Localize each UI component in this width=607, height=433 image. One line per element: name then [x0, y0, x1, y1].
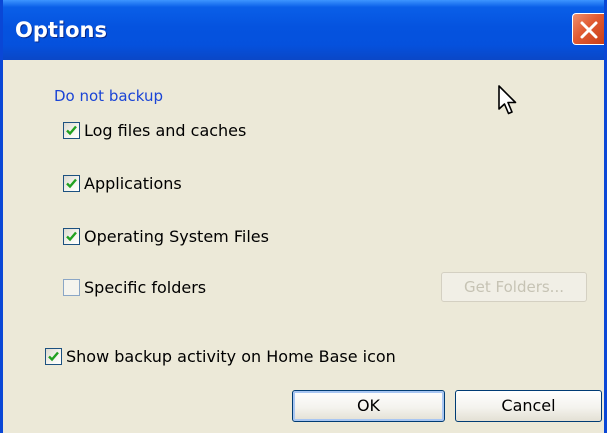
show-activity-checkbox-row[interactable]: Show backup activity on Home Base icon [45, 347, 396, 366]
os-files-label: Operating System Files [84, 227, 269, 246]
check-icon [66, 125, 77, 136]
cancel-button[interactable]: Cancel [455, 390, 602, 422]
show-activity-label: Show backup activity on Home Base icon [66, 347, 396, 366]
title-bar[interactable]: Options [3, 0, 604, 60]
log-files-checkbox[interactable] [63, 122, 80, 139]
os-files-checkbox[interactable] [63, 228, 80, 245]
specific-folders-label: Specific folders [84, 278, 207, 297]
log-files-checkbox-row[interactable]: Log files and caches [63, 121, 246, 140]
check-icon [66, 231, 77, 242]
get-folders-button: Get Folders... [441, 272, 587, 302]
check-icon [66, 178, 77, 189]
close-button[interactable] [572, 13, 604, 45]
show-activity-checkbox[interactable] [45, 348, 62, 365]
options-dialog: Options Do not backup Log files and cach… [0, 0, 607, 433]
applications-checkbox[interactable] [63, 175, 80, 192]
log-files-label: Log files and caches [84, 121, 247, 140]
applications-label: Applications [84, 174, 182, 193]
do-not-backup-group-label: Do not backup [54, 87, 164, 105]
mouse-pointer-icon [498, 85, 517, 115]
ok-button[interactable]: OK [292, 390, 445, 422]
applications-checkbox-row[interactable]: Applications [63, 174, 182, 193]
dialog-title: Options [15, 18, 107, 42]
check-icon [48, 351, 59, 362]
os-files-checkbox-row[interactable]: Operating System Files [63, 227, 269, 246]
specific-folders-checkbox-row[interactable]: Specific folders [63, 278, 206, 297]
close-icon [580, 21, 598, 39]
specific-folders-checkbox[interactable] [63, 279, 80, 296]
